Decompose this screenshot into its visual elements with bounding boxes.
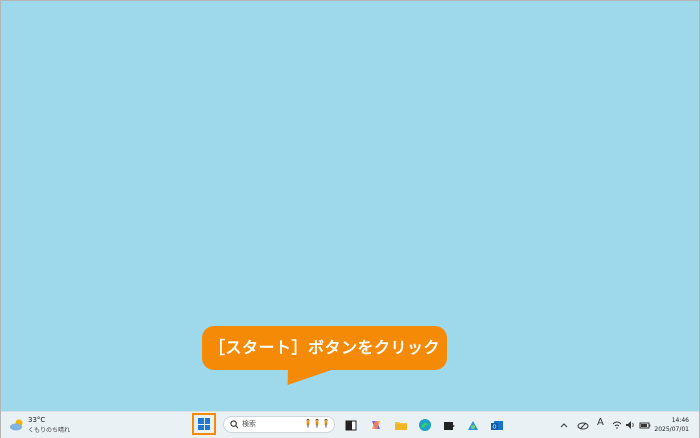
battery-icon[interactable] <box>639 420 651 430</box>
wifi-icon[interactable] <box>612 420 622 430</box>
weather-temperature: 33°C <box>28 416 46 424</box>
outlook-icon[interactable]: O <box>490 418 504 432</box>
weather-condition: くもりのち晴れ <box>28 427 71 434</box>
callout-tail <box>277 367 340 385</box>
photos-icon[interactable] <box>466 418 480 432</box>
start-button[interactable] <box>192 413 216 435</box>
screen-frame: ［スタート］ボタンをクリック 33°C くもりのち晴れ 検索 🧍🧍🧍 O A 1… <box>0 0 700 438</box>
cloudy-sun-icon <box>10 419 23 431</box>
file-explorer-icon[interactable] <box>394 418 408 432</box>
clock-date: 2025/07/01 <box>654 426 689 433</box>
taskbar: 33°C くもりのち晴れ 検索 🧍🧍🧍 O A 14:46 2025/07/01 <box>1 411 699 438</box>
volume-icon[interactable] <box>625 420 635 430</box>
clock[interactable]: 14:46 2025/07/01 <box>654 416 689 434</box>
instruction-callout: ［スタート］ボタンをクリック <box>202 326 447 370</box>
cloud-onedrive-icon[interactable] <box>577 420 589 430</box>
weather-widget[interactable]: 33°C くもりのち晴れ <box>9 415 79 435</box>
taskbar-search-box[interactable]: 検索 🧍🧍🧍 <box>223 416 335 433</box>
callout-text: ［スタート］ボタンをクリック <box>208 338 440 357</box>
clock-time: 14:46 <box>671 417 689 424</box>
store-icon[interactable] <box>442 418 456 432</box>
task-view-icon[interactable] <box>344 418 358 432</box>
chevron-up-icon[interactable] <box>559 420 569 430</box>
svg-text:O: O <box>493 425 497 431</box>
copilot-icon[interactable] <box>369 418 383 432</box>
input-mode-indicator[interactable]: A <box>597 417 604 428</box>
edge-icon[interactable] <box>418 418 432 432</box>
search-highlight-icon: 🧍🧍🧍 <box>303 419 331 428</box>
search-icon <box>230 420 239 429</box>
windows-logo-icon <box>198 418 210 430</box>
search-placeholder: 検索 <box>242 420 256 428</box>
